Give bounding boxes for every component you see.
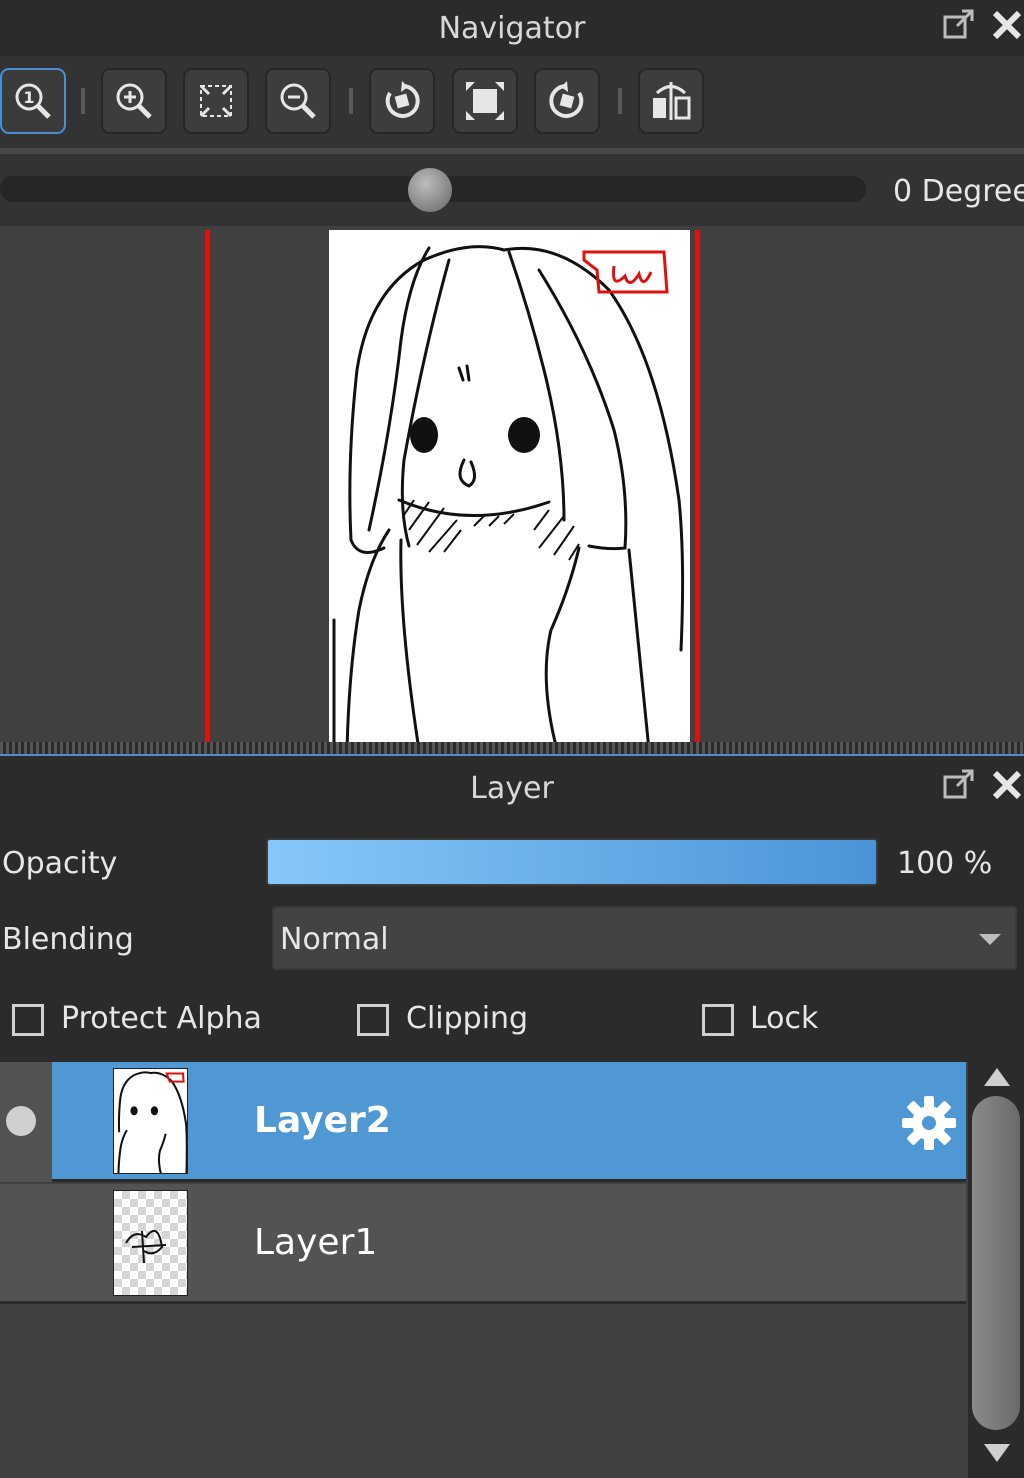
chevron-down-icon — [979, 934, 1001, 945]
layer-thumbnail — [113, 1190, 188, 1296]
sketch-drawing — [332, 245, 685, 742]
rotate-right-icon — [549, 81, 584, 118]
layer-name: Layer1 — [254, 1222, 378, 1263]
layer-visibility-toggle[interactable] — [0, 1062, 52, 1182]
undock-icon[interactable] — [942, 8, 976, 42]
navigator-title: Navigator — [438, 10, 586, 46]
blending-value: Normal — [280, 922, 389, 957]
layer-name: Layer2 — [254, 1100, 391, 1141]
layer-row-layer2[interactable]: Layer2 — [0, 1062, 966, 1182]
rotation-slider-handle[interactable] — [408, 168, 452, 212]
clipping-checkbox[interactable] — [357, 1004, 389, 1036]
fit-to-window-icon — [199, 84, 233, 118]
rotate-left-icon — [385, 81, 420, 118]
layer-list-scrollbar[interactable] — [968, 1062, 1024, 1478]
reset-view-icon — [466, 82, 504, 120]
layer-list: Layer2 Layer1 — [0, 1062, 968, 1478]
reset-view-button[interactable] — [452, 68, 518, 134]
layer-thumbnail — [113, 1068, 188, 1174]
gear-icon[interactable] — [900, 1094, 958, 1152]
close-icon[interactable] — [990, 768, 1024, 802]
rotate-right-button[interactable] — [534, 68, 600, 134]
undock-icon[interactable] — [942, 768, 976, 802]
opacity-label: Opacity — [2, 846, 118, 881]
lock-checkbox[interactable] — [702, 1004, 734, 1036]
panel-splitter[interactable] — [0, 742, 1024, 756]
rotation-slider-row: 0 Degree — [0, 154, 1024, 226]
navigator-toolbar: 1 — [0, 56, 1024, 148]
protect-alpha-label[interactable]: Protect Alpha — [61, 1001, 262, 1036]
navigator-header: Navigator — [0, 0, 1024, 56]
lock-label[interactable]: Lock — [750, 1001, 818, 1036]
visibility-dot-icon — [6, 1106, 36, 1136]
blending-select[interactable]: Normal — [272, 906, 1017, 970]
toolbar-separator — [618, 88, 622, 114]
zoom-out-button[interactable] — [265, 68, 331, 134]
zoom-in-icon — [116, 83, 152, 119]
opacity-slider[interactable] — [266, 838, 878, 886]
flip-horizontal-icon — [653, 82, 691, 120]
protect-alpha-checkbox[interactable] — [12, 1004, 44, 1036]
zoom-actual-size-button[interactable]: 1 — [0, 68, 66, 134]
zoom-out-icon — [280, 83, 316, 119]
clipping-label[interactable]: Clipping — [406, 1001, 528, 1036]
layer-row-layer1[interactable]: Layer1 — [0, 1184, 966, 1304]
zoom-in-button[interactable] — [101, 68, 167, 134]
layer-panel-title: Layer — [470, 770, 554, 806]
opacity-value: 100 % — [897, 846, 993, 881]
toolbar-separator — [349, 88, 353, 114]
rotate-left-button[interactable] — [369, 68, 435, 134]
fit-to-window-button[interactable] — [183, 68, 249, 134]
rotation-degree-label: 0 Degree — [893, 174, 1024, 209]
flip-horizontal-button[interactable] — [638, 68, 704, 134]
toolbar-separator — [81, 88, 85, 114]
svg-text:1: 1 — [23, 88, 34, 107]
zoom-actual-size-icon: 1 — [15, 83, 51, 119]
scroll-up-icon[interactable] — [984, 1068, 1010, 1086]
scrollbar-thumb[interactable] — [972, 1096, 1020, 1430]
close-icon[interactable] — [990, 8, 1024, 42]
layer-header: Layer — [0, 760, 1024, 816]
blending-label: Blending — [2, 922, 134, 957]
scroll-down-icon[interactable] — [984, 1444, 1010, 1462]
navigator-preview[interactable] — [0, 226, 1024, 742]
canvas-thumbnail — [329, 230, 690, 742]
